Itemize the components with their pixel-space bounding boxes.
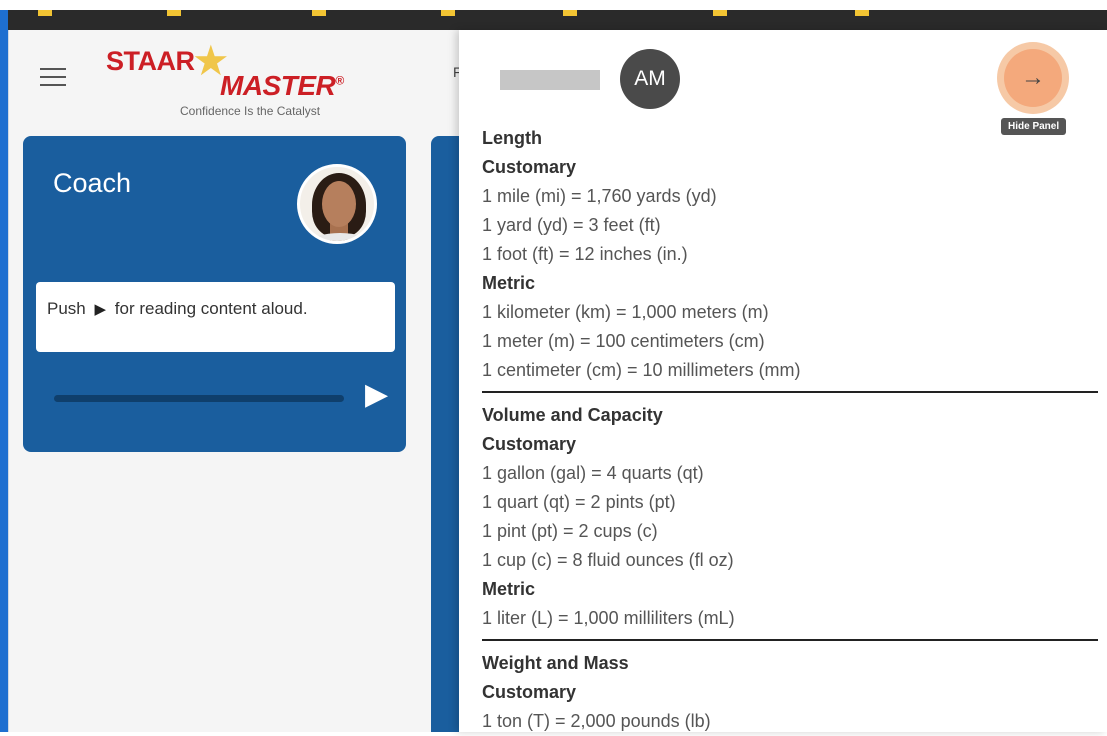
- conversion-item: 1 meter (m) = 100 centimeters (cm): [482, 331, 765, 351]
- toolbar-marker: [855, 10, 869, 16]
- measurement-reference: Length Customary 1 mile (mi) = 1,760 yar…: [482, 124, 1098, 736]
- arrow-right-icon: →: [1021, 64, 1045, 91]
- section-title: Length: [482, 128, 542, 148]
- toolbar-marker: [38, 10, 52, 16]
- conversion-item: 1 foot (ft) = 12 inches (in.): [482, 244, 688, 264]
- window-left-edge: [0, 10, 8, 732]
- hide-panel-button[interactable]: →: [997, 42, 1069, 114]
- conversion-item: 1 cup (c) = 8 fluid ounces (fl oz): [482, 550, 734, 570]
- group-title: Customary: [482, 157, 577, 177]
- group-title: Customary: [482, 682, 577, 702]
- coach-title: Coach: [53, 168, 132, 198]
- play-inline-icon: ▶: [94, 301, 107, 318]
- coach-avatar: [297, 164, 377, 244]
- play-icon[interactable]: ▶: [365, 380, 388, 410]
- coach-card: Coach Push ▶ for reading content aloud. …: [23, 136, 406, 452]
- conversion-item: 1 quart (qt) = 2 pints (pt): [482, 492, 676, 512]
- section-divider: [482, 639, 1098, 641]
- reference-panel: AM → Hide Panel Length Customary 1 mile …: [459, 30, 1107, 732]
- coach-message-box: Push ▶ for reading content aloud.: [36, 282, 395, 352]
- section-divider: [482, 391, 1098, 393]
- conversion-item: 1 centimeter (cm) = 10 millimeters (mm): [482, 360, 801, 380]
- toolbar-marker: [713, 10, 727, 16]
- conversion-item: 1 pint (pt) = 2 cups (c): [482, 521, 658, 541]
- conversion-item: 1 liter (L) = 1,000 milliliters (mL): [482, 608, 735, 628]
- user-name-redacted: [500, 70, 600, 90]
- logo-text-top: STAAR: [106, 46, 195, 76]
- logo-text-bottom: MASTER®: [220, 70, 344, 101]
- logo-tagline: Confidence Is the Catalyst: [180, 104, 321, 118]
- conversion-item: 1 gallon (gal) = 4 quarts (qt): [482, 463, 704, 483]
- user-avatar[interactable]: AM: [620, 49, 680, 109]
- group-title: Metric: [482, 273, 536, 293]
- toolbar-marker: [563, 10, 577, 16]
- toolbar-marker: [441, 10, 455, 16]
- browser-toolbar: [0, 10, 1107, 30]
- conversion-item: 1 kilometer (km) = 1,000 meters (m): [482, 302, 769, 322]
- toolbar-marker: [312, 10, 326, 16]
- toolbar-marker: [167, 10, 181, 16]
- conversion-item: 1 yard (yd) = 3 feet (ft): [482, 215, 661, 235]
- window-top-strip: [0, 0, 1107, 10]
- conversion-item: 1 mile (mi) = 1,760 yards (yd): [482, 186, 717, 206]
- section-title: Weight and Mass: [482, 653, 629, 673]
- audio-progress-bar[interactable]: [54, 395, 344, 402]
- menu-icon[interactable]: [40, 68, 66, 86]
- staar-master-logo[interactable]: ★ STAAR MASTER® Confidence Is the Cataly…: [100, 38, 370, 120]
- group-title: Metric: [482, 579, 536, 599]
- coach-message: Push ▶ for reading content aloud.: [47, 299, 308, 318]
- group-title: Customary: [482, 434, 577, 454]
- section-title: Volume and Capacity: [482, 405, 663, 425]
